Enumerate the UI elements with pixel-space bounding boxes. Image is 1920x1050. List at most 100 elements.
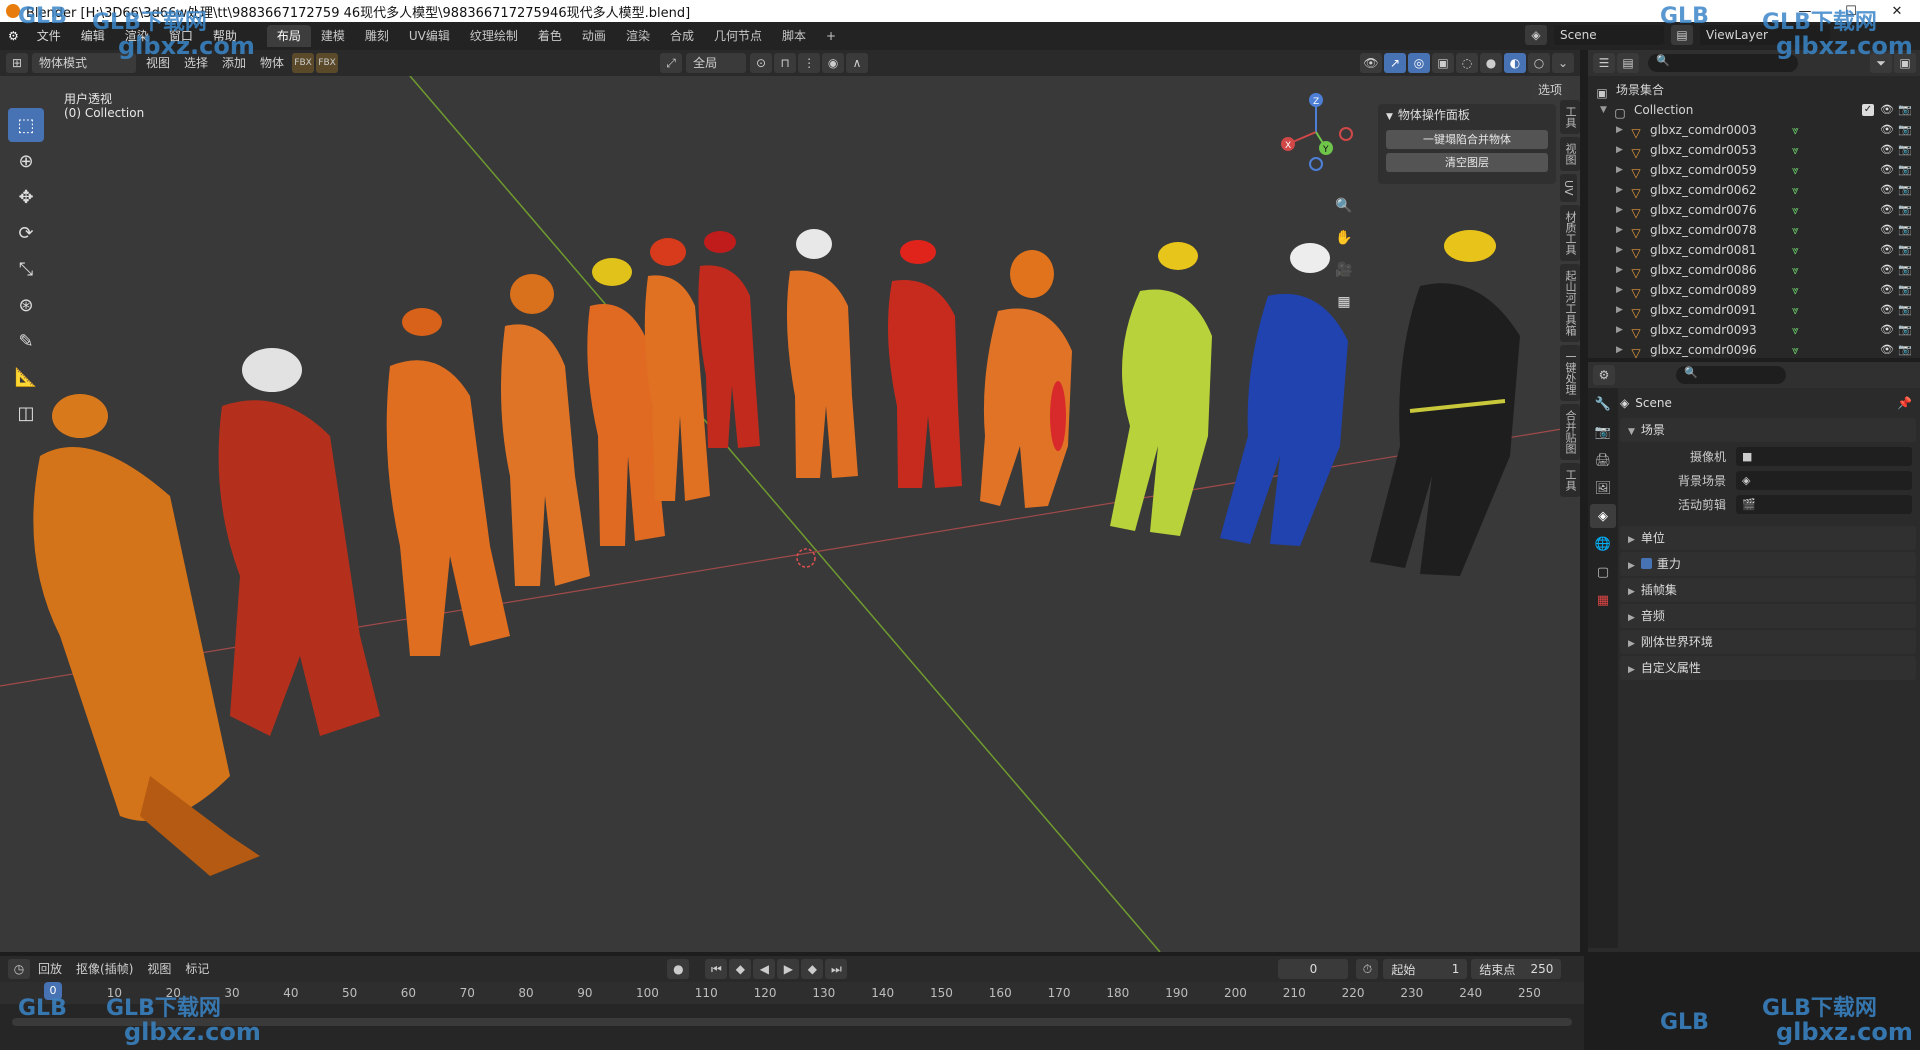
frame-ruler[interactable]: 0102030405060708090100110120130140150160…	[0, 982, 1584, 1004]
sidebar-tab-toolbox[interactable]: 起山河工具箱	[1560, 263, 1580, 342]
snap-icon[interactable]: ⊓	[774, 53, 797, 73]
tool-settings-icon[interactable]: 🔧	[1590, 392, 1616, 416]
cursor-icon[interactable]: ⊕	[8, 144, 44, 178]
expand-arrow-icon[interactable]: ▶	[1616, 280, 1628, 300]
sidebar-tab-view[interactable]: 视图	[1560, 137, 1580, 171]
eye-icon[interactable]: 👁	[1880, 340, 1894, 360]
render-camera-icon[interactable]: 📷	[1898, 260, 1912, 280]
editor-type-icon[interactable]: ⊞	[6, 53, 28, 73]
active-clip-field[interactable]: 🎬	[1736, 494, 1912, 514]
mesh-data-icon[interactable]: ⩔	[1792, 120, 1799, 140]
expand-arrow-icon[interactable]: ▶	[1616, 120, 1628, 140]
mesh-data-icon[interactable]: ⩔	[1792, 280, 1799, 300]
render-camera-icon[interactable]: 📷	[1898, 300, 1912, 320]
tab-scripting[interactable]: 脚本	[772, 25, 816, 47]
menu-timeline-view[interactable]: 视图	[140, 959, 178, 979]
shading-options-icon[interactable]: ⌄	[1552, 53, 1574, 73]
collection-exclude-checkbox[interactable]: ✓	[1862, 104, 1874, 116]
overlay-toggle-icon[interactable]: ◎	[1408, 53, 1430, 73]
tab-uv-editing[interactable]: UV编辑	[399, 25, 460, 47]
pan-hand-icon[interactable]: ✋	[1332, 226, 1356, 250]
tab-sculpting[interactable]: 雕刻	[355, 25, 399, 47]
fbx-export-icon[interactable]: FBX	[316, 53, 339, 73]
ortho-grid-icon[interactable]: ▦	[1332, 290, 1356, 314]
section-scene[interactable]: ▼ 场景	[1620, 418, 1916, 442]
section-keying-sets[interactable]: ▶ 插帧集	[1620, 578, 1916, 602]
scene-properties-icon[interactable]: ◈	[1590, 504, 1616, 528]
clear-layers-button[interactable]: 清空图层	[1386, 153, 1548, 172]
outliner-object-row[interactable]: ▶ ▽ glbxz_comdr0062 ⩔ 👁 📷	[1594, 180, 1920, 200]
outliner-object-row[interactable]: ▶ ▽ glbxz_comdr0078 ⩔ 👁 📷	[1594, 220, 1920, 240]
menu-object[interactable]: 物体	[253, 53, 291, 73]
tab-modeling[interactable]: 建模	[311, 25, 355, 47]
tab-rendering[interactable]: 渲染	[616, 25, 660, 47]
eye-icon[interactable]: 👁	[1880, 200, 1894, 220]
outliner-object-row[interactable]: ▶ ▽ glbxz_comdr0076 ⩔ 👁 📷	[1594, 200, 1920, 220]
move-icon[interactable]: ✥	[8, 180, 44, 214]
pivot-icon[interactable]: ⊙	[750, 53, 773, 73]
properties-search[interactable]: 🔍	[1676, 366, 1786, 384]
eye-icon[interactable]: 👁	[1880, 260, 1894, 280]
jump-start-icon[interactable]: ⏮	[705, 959, 728, 979]
eye-icon[interactable]: 👁	[1880, 280, 1894, 300]
navigation-gizmo[interactable]: Z X Y	[1276, 92, 1356, 172]
play-reverse-icon[interactable]: ◀	[753, 959, 776, 979]
options-button[interactable]: 选项	[1531, 80, 1570, 100]
render-camera-icon[interactable]: 📷	[1898, 140, 1912, 160]
tab-shading[interactable]: 着色	[528, 25, 572, 47]
mesh-data-icon[interactable]: ⩔	[1792, 140, 1799, 160]
render-camera-icon[interactable]: 📷	[1898, 220, 1912, 240]
sidebar-tab-uv[interactable]: UV	[1560, 174, 1577, 202]
outliner-object-row[interactable]: ▶ ▽ glbxz_comdr0086 ⩔ 👁 📷	[1594, 260, 1920, 280]
zoom-icon[interactable]: 🔍	[1332, 194, 1356, 218]
expand-arrow-icon[interactable]: ▼	[1600, 100, 1612, 120]
current-frame-field[interactable]: 0	[1278, 959, 1349, 979]
render-camera-icon[interactable]: 📷	[1898, 280, 1912, 300]
sidebar-tab-material-tools[interactable]: 材质工具	[1560, 204, 1580, 261]
sidebar-tab-tool[interactable]: 工具	[1560, 100, 1580, 134]
mesh-data-icon[interactable]: ⩔	[1792, 340, 1799, 360]
properties-editor-icon[interactable]: ⚙	[1593, 365, 1615, 385]
proportional-edit-icon[interactable]: ◉	[822, 53, 845, 73]
render-camera-icon[interactable]: 📷	[1898, 340, 1912, 360]
scale-icon[interactable]: ⤡	[8, 252, 44, 286]
eye-icon[interactable]: 👁	[1880, 220, 1894, 240]
gizmo-toggle-icon[interactable]: ↗	[1384, 53, 1406, 73]
measure-icon[interactable]: 📐	[8, 360, 44, 394]
mesh-data-icon[interactable]: ⩔	[1792, 300, 1799, 320]
camera-field[interactable]: ■	[1736, 446, 1912, 466]
eye-icon[interactable]: 👁	[1880, 240, 1894, 260]
eye-icon[interactable]: 👁	[1880, 300, 1894, 320]
close-icon[interactable]: ✕	[1874, 0, 1920, 22]
section-custom-properties[interactable]: ▶ 自定义属性	[1620, 656, 1916, 680]
section-audio[interactable]: ▶ 音频	[1620, 604, 1916, 628]
outliner-object-row[interactable]: ▶ ▽ glbxz_comdr0053 ⩔ 👁 📷	[1594, 140, 1920, 160]
outliner-editor-icon[interactable]: ☰	[1593, 53, 1615, 73]
pin-icon[interactable]: 📌	[1897, 396, 1912, 410]
rendered-shading-icon[interactable]: ○	[1528, 53, 1550, 73]
outliner-scene-collection[interactable]: ▣ 场景集合	[1594, 80, 1920, 100]
render-camera-icon[interactable]: 📷	[1898, 200, 1912, 220]
material-shading-icon[interactable]: ◐	[1504, 53, 1526, 73]
3d-viewport[interactable]: 用户透视 (0) Collection Z X Y 🔍 ✋ 🎥 ▦ 选项	[0, 76, 1580, 952]
record-icon[interactable]: ●	[667, 959, 690, 979]
mesh-data-icon[interactable]: ⩔	[1792, 160, 1799, 180]
expand-arrow-icon[interactable]: ▶	[1616, 300, 1628, 320]
eye-icon[interactable]: 👁	[1880, 140, 1894, 160]
mesh-data-icon[interactable]: ⩔	[1792, 180, 1799, 200]
outliner-object-row[interactable]: ▶ ▽ glbxz_comdr0093 ⩔ 👁 📷	[1594, 320, 1920, 340]
sidebar-tab-tools[interactable]: 工具	[1560, 462, 1580, 497]
ops-panel-title[interactable]: ▼ 物体操作面板	[1378, 104, 1556, 126]
select-box-icon[interactable]: ⬚	[8, 108, 44, 142]
stopwatch-icon[interactable]: ⏱	[1356, 959, 1379, 979]
expand-arrow-icon[interactable]: ▶	[1616, 320, 1628, 340]
outliner-object-row[interactable]: ▶ ▽ glbxz_comdr0059 ⩔ 👁 📷	[1594, 160, 1920, 180]
view-layer-properties-icon[interactable]: 🖼	[1590, 476, 1616, 500]
render-camera-icon[interactable]: 📷	[1898, 240, 1912, 260]
expand-arrow-icon[interactable]: ▶	[1616, 160, 1628, 180]
add-cube-icon[interactable]: ◫	[8, 396, 44, 430]
section-rigid-body-world[interactable]: ▶ 刚体世界环境	[1620, 630, 1916, 654]
outliner-object-row[interactable]: ▶ ▽ glbxz_comdr0096 ⩔ 👁 📷	[1594, 340, 1920, 360]
end-frame-field[interactable]: 结束点 250	[1471, 959, 1562, 979]
expand-arrow-icon[interactable]: ▶	[1616, 240, 1628, 260]
